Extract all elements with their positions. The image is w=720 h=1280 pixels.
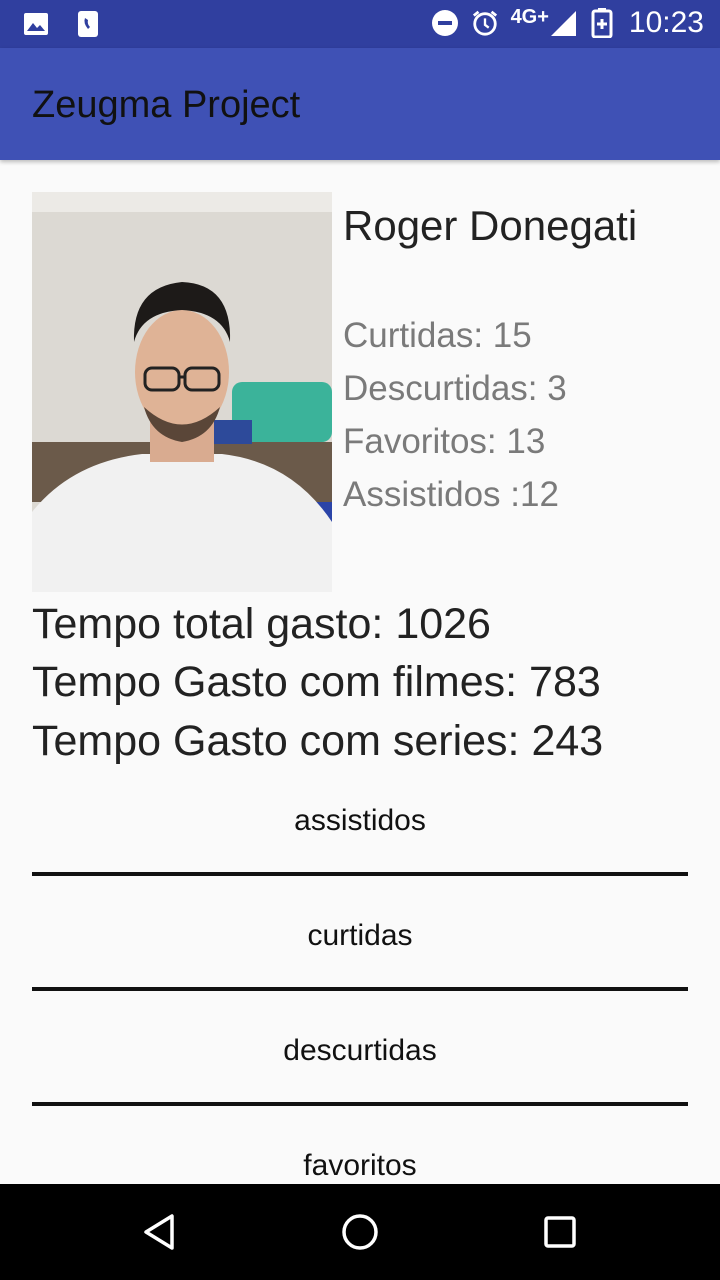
tab-label: favoritos — [303, 1149, 417, 1182]
profile-content[interactable]: Roger Donegati Curtidas: 15 Descurtidas:… — [0, 160, 720, 1184]
status-bar: 4G+ 10:23 — [0, 0, 720, 48]
network-type: 4G+ — [510, 5, 549, 28]
status-time: 10:23 — [628, 6, 704, 39]
recent-apps-button[interactable] — [536, 1208, 584, 1256]
movies-time-spent: Tempo Gasto com filmes: 783 — [32, 658, 601, 706]
profile-photo — [32, 192, 332, 592]
navigation-bar — [0, 1184, 720, 1280]
tab-curtidas[interactable]: curtidas — [32, 895, 688, 991]
tab-label: assistidos — [294, 804, 426, 837]
total-time-spent: Tempo total gasto: 1026 — [32, 600, 491, 648]
recent-apps-icon — [544, 1216, 576, 1248]
tab-label: descurtidas — [283, 1034, 437, 1067]
tab-assistidos[interactable]: assistidos — [32, 780, 688, 876]
back-icon — [144, 1214, 174, 1250]
series-time-spent: Tempo Gasto com series: 243 — [32, 717, 604, 765]
home-icon — [342, 1214, 378, 1250]
tab-descurtidas[interactable]: descurtidas — [32, 1010, 688, 1106]
likes-count: Curtidas: 15 — [343, 316, 532, 355]
signal-icon — [549, 9, 577, 37]
favorites-count: Favoritos: 13 — [343, 422, 546, 461]
do-not-disturb-icon — [431, 9, 459, 37]
tab-favoritos[interactable]: favoritos — [32, 1125, 688, 1184]
image-icon — [22, 10, 50, 38]
dislikes-count: Descurtidas: 3 — [343, 369, 567, 408]
app-title: Zeugma Project — [32, 84, 301, 126]
battery-charging-icon — [589, 8, 617, 38]
alarm-icon — [471, 9, 499, 37]
phone-icon — [74, 10, 102, 38]
watched-count: Assistidos :12 — [343, 475, 559, 514]
app-bar: Zeugma Project — [0, 48, 720, 160]
user-name: Roger Donegati — [343, 202, 638, 249]
home-button[interactable] — [336, 1208, 384, 1256]
tab-label: curtidas — [307, 919, 413, 952]
back-button[interactable] — [136, 1208, 184, 1256]
